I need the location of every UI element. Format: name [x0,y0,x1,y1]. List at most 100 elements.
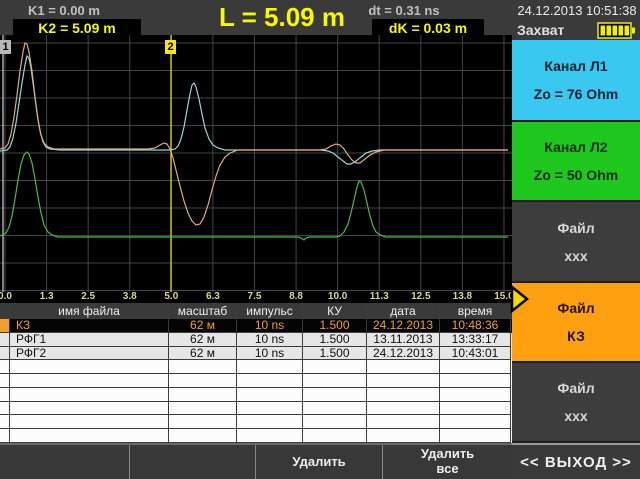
battery-icon [597,22,637,39]
table-cell[interactable]: 24.12.2013 [367,347,440,361]
file-slot-1-name: xxx [564,249,587,263]
channel-l2-button[interactable]: Канал Л2 Zo = 50 Ohm [512,122,640,200]
x-tick-label: 10.0 [325,291,351,302]
table-row[interactable]: КЗ62 м10 ns1.50024.12.201310:48:36 [0,319,512,333]
row-gutter [0,333,10,347]
x-tick-label: 3.8 [117,291,143,302]
table-row[interactable]: РФГ162 м10 ns1.50013.11.201313:33:17 [0,333,512,347]
channel-l2-title: Канал Л2 [544,140,607,154]
x-tick-label: 7.5 [241,291,267,302]
channel-l1-button[interactable]: Канал Л1 Zo = 76 Ohm [512,40,640,120]
table-cell [237,388,303,402]
x-tick-label: 6.3 [200,291,226,302]
device-screen: K1 = 0.00 m K2 = 5.09 m L = 5.09 m dt = … [0,0,640,479]
file-slot-3-name: xxx [564,409,587,423]
table-cell[interactable]: 10:48:36 [440,319,511,333]
table-cell [237,360,303,374]
x-tick-label: 5.0 [158,291,184,302]
row-gutter [0,429,10,443]
capture-mode-label: Захват [517,22,564,38]
table-cell [169,429,237,443]
row-gutter [0,388,10,402]
exit-button[interactable]: << ВЫХОД >> [512,443,640,479]
table-cell[interactable]: 62 м [169,319,237,333]
table-cell [303,374,367,388]
channel-l2-impedance: Zo = 50 Ohm [534,168,618,182]
table-cell[interactable]: РФГ2 [10,347,169,361]
delta-time-readout: dt = 0.31 ns [338,3,470,18]
column-header: импульс [237,303,303,319]
table-cell [367,402,440,416]
table-row [0,388,512,402]
table-cell[interactable]: 10 ns [237,333,303,347]
table-cell [10,388,169,402]
delete-button[interactable]: Удалить [256,445,383,479]
column-header: дата [367,303,440,319]
table-cell [237,415,303,429]
table-cell [10,429,169,443]
table-row [0,360,512,374]
cursor-1-marker[interactable]: 1 [0,40,11,54]
column-header: масштаб [169,303,237,319]
row-gutter [0,303,10,319]
file-kz-name: КЗ [567,329,585,343]
row-gutter [0,319,10,333]
waveform-chart: 0.01.32.53.85.06.37.58.810.011.312.513.8… [0,35,512,303]
table-cell [237,429,303,443]
table-cell[interactable]: 13:33:17 [440,333,511,347]
bottom-softkey-bar: Удалить Удалить все [0,443,512,479]
file-slot-3-button[interactable]: Файл xxx [512,363,640,441]
table-cell[interactable]: 62 м [169,347,237,361]
file-slot-1-button[interactable]: Файл xxx [512,202,640,281]
sidebar: Канал Л1 Zo = 76 Ohm Канал Л2 Zo = 50 Oh… [512,40,640,479]
table-cell [440,374,511,388]
table-cell [303,415,367,429]
table-cell[interactable]: 24.12.2013 [367,319,440,333]
table-cell[interactable]: 10 ns [237,319,303,333]
row-gutter [0,402,10,416]
column-header: время [440,303,511,319]
table-cell[interactable]: 1.500 [303,347,367,361]
table-row [0,429,512,443]
channel-l1-title: Канал Л1 [544,59,607,73]
table-row[interactable]: РФГ262 м10 ns1.50024.12.201310:43:01 [0,347,512,361]
x-tick-label: 1.3 [34,291,60,302]
table-cell [169,388,237,402]
row-gutter [0,415,10,429]
cursor1-readout: K1 = 0.00 m [28,3,100,18]
table-cell[interactable]: 10 ns [237,347,303,361]
table-cell [440,402,511,416]
table-cell [440,360,511,374]
table-cell[interactable]: КЗ [10,319,169,333]
delete-all-button[interactable]: Удалить все [383,445,512,479]
table-cell [169,374,237,388]
table-row [0,415,512,429]
table-cell[interactable]: 13.11.2013 [367,333,440,347]
table-cell [169,415,237,429]
table-cell [10,360,169,374]
table-cell[interactable]: 1.500 [303,319,367,333]
table-cell[interactable]: 62 м [169,333,237,347]
table-cell[interactable]: 10:43:01 [440,347,511,361]
row-gutter [0,374,10,388]
file-slot-1-title: Файл [557,221,594,235]
waveform-plot [0,35,512,292]
table-cell [303,388,367,402]
row-gutter [0,347,10,361]
file-kz-button[interactable]: Файл КЗ [512,283,640,361]
column-header: имя файла [10,303,169,319]
table-cell [303,360,367,374]
cursor-2-marker[interactable]: 2 [165,40,176,54]
table-cell [303,402,367,416]
table-cell [303,429,367,443]
table-cell[interactable]: РФГ1 [10,333,169,347]
table-cell [440,429,511,443]
table-cell [237,374,303,388]
table-cell [169,360,237,374]
x-tick-label: 8.8 [283,291,309,302]
softkey-blank-2 [130,445,256,479]
table-cell[interactable]: 1.500 [303,333,367,347]
datetime-display: 24.12.2013 10:51:38 [514,3,640,18]
x-tick-label: 12.5 [408,291,434,302]
table-row [0,374,512,388]
